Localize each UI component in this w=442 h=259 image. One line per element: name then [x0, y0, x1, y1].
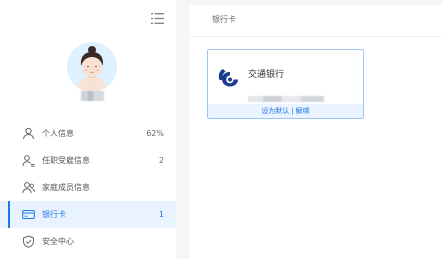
- card-actions: 设为默认 | 解绑: [208, 104, 363, 118]
- sidebar-item-label: 任职受雇信息: [42, 156, 90, 165]
- page-title: 银行卡: [212, 15, 236, 24]
- sidebar-item-label: 家庭成员信息: [42, 183, 90, 192]
- sidebar: 个人信息 62% 任职受雇信息 2 家庭成员信息 银行卡 1 安全中心: [0, 0, 176, 259]
- card-number-masked: [248, 96, 324, 102]
- avatar-illustration: [67, 42, 117, 92]
- avatar: [67, 42, 117, 92]
- sidebar-nav: 个人信息 62% 任职受雇信息 2 家庭成员信息 银行卡 1 安全中心: [0, 120, 176, 255]
- sidebar-item-label: 银行卡: [42, 210, 66, 219]
- sidebar-item-label: 安全中心: [42, 237, 74, 246]
- user-lines-icon: [22, 155, 35, 167]
- sidebar-item-label: 个人信息: [42, 129, 74, 138]
- bank-name: 交通银行: [248, 70, 285, 80]
- sidebar-item-family-info[interactable]: 家庭成员信息: [0, 174, 176, 201]
- user-icon: [23, 127, 34, 140]
- bank-card[interactable]: 交通银行 设为默认 | 解绑: [207, 49, 364, 119]
- main-content: 交通银行 设为默认 | 解绑: [190, 37, 442, 259]
- family-icon: [22, 182, 35, 194]
- bank-card-icon: [22, 210, 35, 219]
- sidebar-item-personal-info[interactable]: 个人信息 62%: [0, 120, 176, 147]
- menu-icon[interactable]: [151, 13, 164, 24]
- unbind-link[interactable]: 解绑: [296, 107, 310, 115]
- shield-icon: [23, 235, 34, 248]
- sidebar-item-bank-card[interactable]: 银行卡 1: [0, 201, 176, 228]
- sidebar-item-employment-info[interactable]: 任职受雇信息 2: [0, 147, 176, 174]
- sidebar-item-count: 1: [158, 210, 164, 219]
- sidebar-item-security-center[interactable]: 安全中心: [0, 228, 176, 255]
- action-separator: |: [291, 107, 294, 115]
- set-default-link[interactable]: 设为默认: [261, 107, 289, 115]
- bank-logo-icon: [218, 69, 238, 87]
- username-masked: [81, 91, 104, 101]
- page-header: 银行卡: [190, 5, 442, 37]
- sidebar-item-count: 2: [158, 156, 164, 165]
- sidebar-item-count: 62%: [146, 129, 164, 138]
